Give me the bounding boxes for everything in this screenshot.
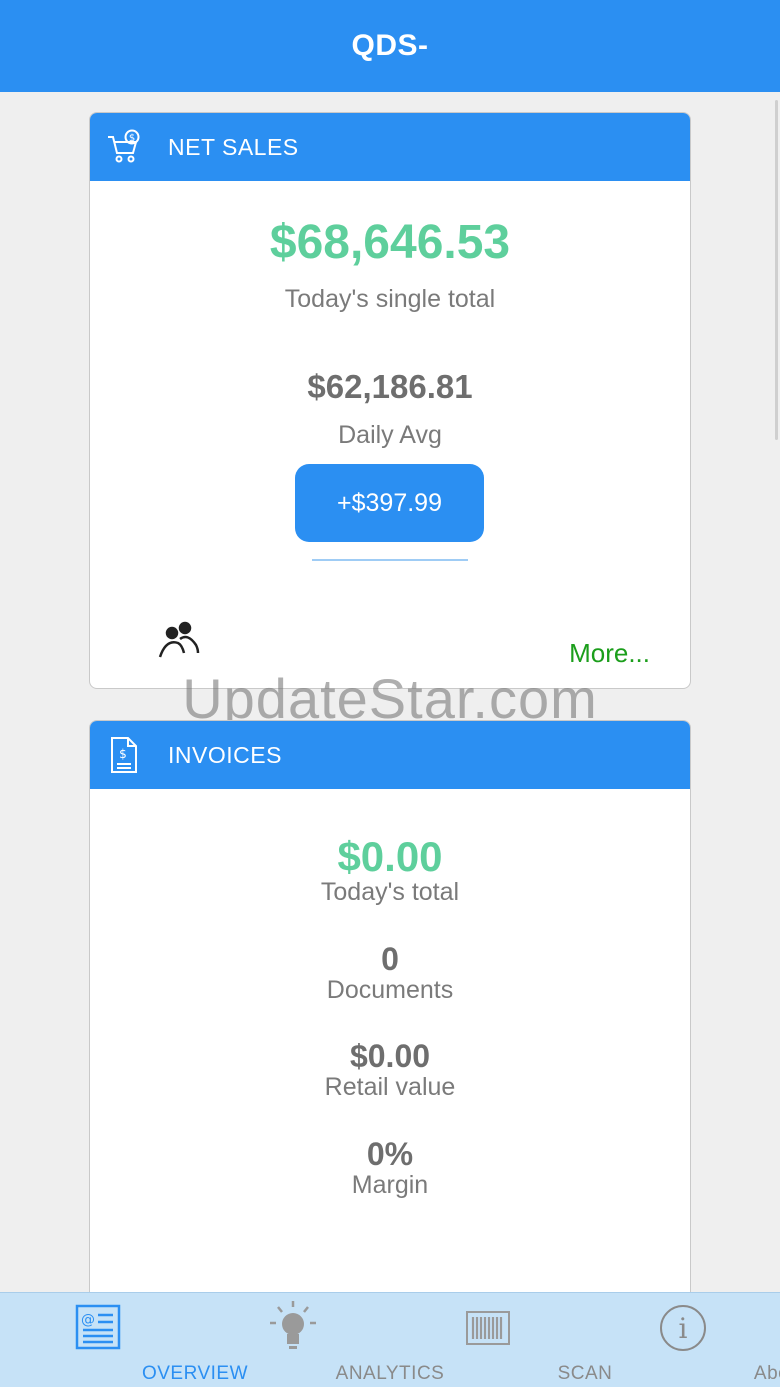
users-icon[interactable] [156,617,202,666]
retail-value-label: Retail value [324,1073,456,1101]
net-sales-card[interactable]: $ NET SALES $68,646.53 Today's single to… [89,112,691,689]
invoices-header: $ INVOICES [90,721,690,789]
top-nav-bar: QDS- [0,0,780,92]
info-icon: i [658,1303,708,1358]
scroll-indicator[interactable] [775,100,778,440]
tab-about[interactable]: i About [585,1293,780,1387]
documents-label: Documents [326,976,454,1004]
svg-text:$: $ [129,133,135,144]
delta-button[interactable]: +$397.99 [295,464,484,542]
invoices-today-total-value: $0.00 [337,833,443,880]
tab-analytics[interactable]: ANALYTICS [195,1293,444,1387]
overview-icon: @ [74,1303,122,1356]
net-sales-header: $ NET SALES [90,113,690,181]
today-single-total-label: Today's single total [284,285,496,313]
more-link[interactable]: More... [569,638,650,669]
today-single-total-value: $68,646.53 [269,216,511,269]
svg-text:@: @ [81,1312,95,1328]
daily-avg-value: $62,186.81 [307,368,473,405]
tab-scan[interactable]: SCAN [390,1293,612,1387]
svg-text:i: i [678,1312,687,1345]
invoices-title: INVOICES [168,741,282,768]
daily-avg-label: Daily Avg [338,421,442,449]
tab-about-label: About [753,1363,780,1384]
margin-label: Margin [351,1171,429,1199]
svg-text:$: $ [119,747,127,761]
lightbulb-icon [266,1299,320,1358]
documents-value: 0 [381,941,399,977]
bottom-tab-bar: @ OVERVIEW ANALYTICS SCAN i Ab [0,1292,780,1387]
invoices-card[interactable]: $ INVOICES $0.00 Today's total 0 Documen… [89,720,691,1320]
barcode-icon [465,1311,510,1350]
app-title: QDS- [351,29,429,62]
invoice-document-icon: $ [106,735,142,775]
net-sales-title: NET SALES [168,133,299,160]
delta-underline [312,559,468,561]
margin-value: 0% [366,1136,414,1172]
cart-dollar-icon: $ [106,127,142,167]
tab-overview[interactable]: @ OVERVIEW [0,1293,248,1387]
invoices-today-total-label: Today's total [320,878,460,906]
retail-value: $0.00 [349,1038,431,1074]
